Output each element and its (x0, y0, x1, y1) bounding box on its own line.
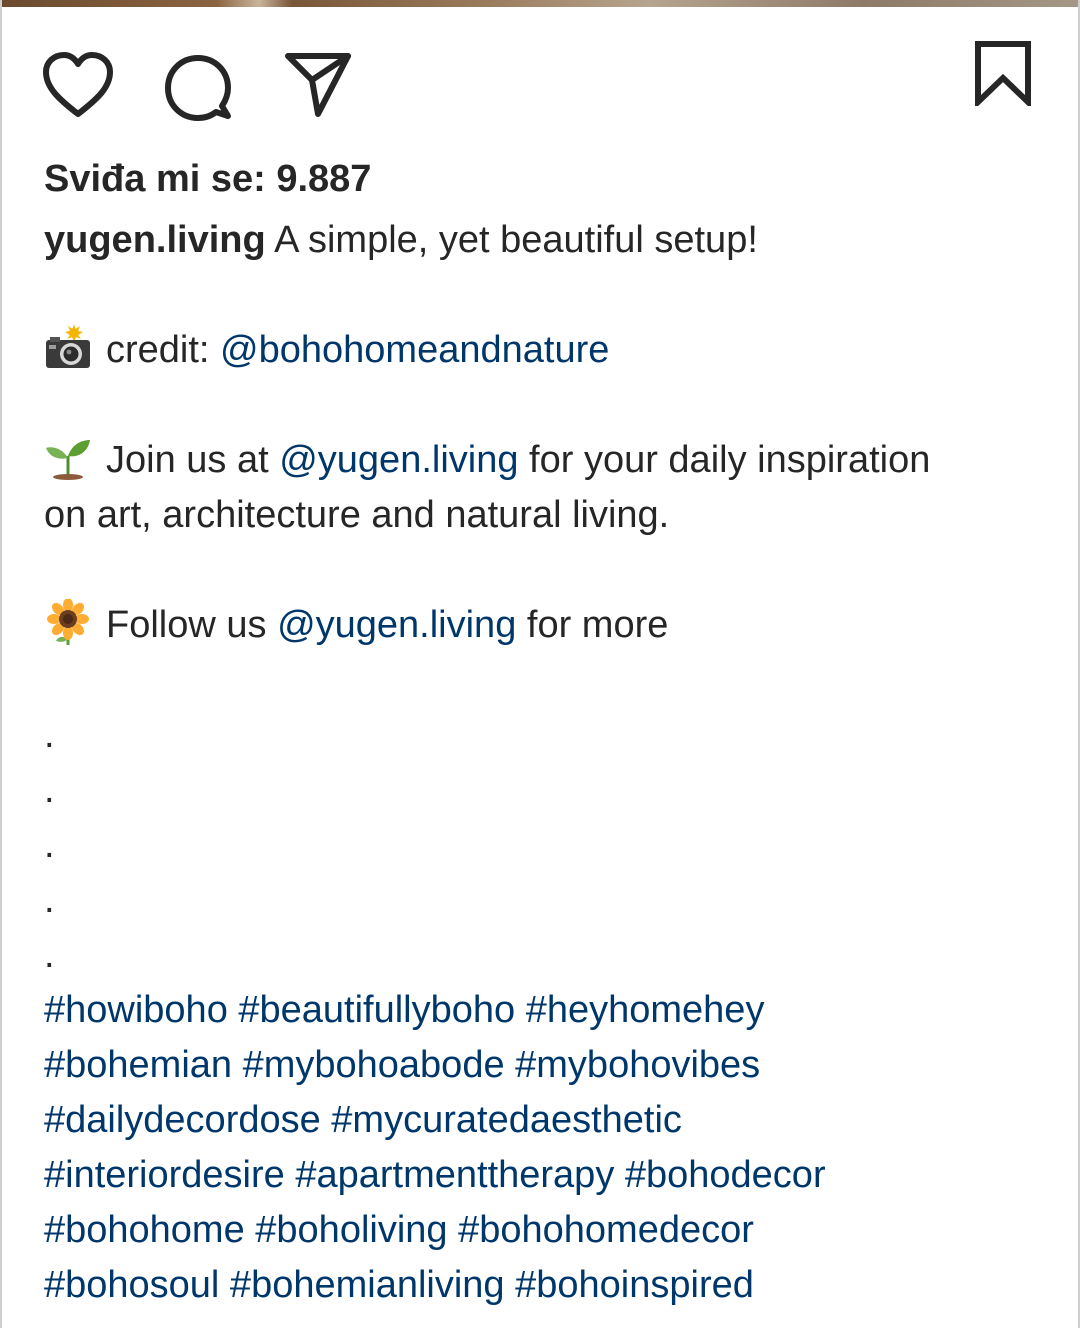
caption-first-line: yugen.living A simple, yet beautiful set… (44, 213, 1044, 268)
follow-mention-link[interactable]: @yugen.living (277, 604, 516, 646)
comment-button[interactable] (160, 50, 236, 126)
separator-dot: . (44, 769, 55, 811)
seedling-emoji (44, 434, 92, 480)
separator-dot: . (44, 879, 55, 921)
save-button[interactable] (970, 40, 1036, 106)
hashtag-line[interactable]: #bohemian #mybohoabode #mybohovibes (44, 1038, 1044, 1093)
share-button[interactable] (282, 48, 354, 120)
credit-line: credit: @bohohomeandnature (44, 323, 1044, 378)
post-caption: yugen.living A simple, yet beautiful set… (44, 213, 1044, 1313)
join-prefix: Join us at (106, 439, 280, 481)
separator-dot: . (44, 824, 55, 866)
post-action-bar (0, 30, 1080, 130)
follow-suffix: for more (516, 604, 669, 646)
comment-bubble-icon (165, 55, 231, 121)
join-line-continued: on art, architecture and natural living. (44, 494, 670, 536)
left-border (0, 0, 2, 1328)
hashtag-line[interactable]: #bohohome #boholiving #bohohomedecor (44, 1203, 1044, 1258)
caption-text: A simple, yet beautiful setup! (265, 219, 758, 261)
hashtag-line[interactable]: #bohosoul #bohemianliving #bohoinspired (44, 1258, 1044, 1313)
heart-icon (43, 52, 113, 117)
likes-count[interactable]: Sviđa mi se: 9.887 (44, 158, 371, 201)
author-username[interactable]: yugen.living (44, 219, 266, 261)
join-suffix: for your daily inspiration (518, 439, 931, 481)
paper-plane-icon (285, 53, 351, 117)
hashtag-line[interactable]: #howiboho #beautifullyboho #heyhomehey (44, 983, 1044, 1038)
separator-dot: . (44, 714, 55, 756)
hashtag-line[interactable]: #dailydecordose #mycuratedaesthetic (44, 1093, 1044, 1148)
hashtag-block: #howiboho #beautifullyboho #heyhomehey #… (44, 983, 1044, 1313)
post-image-edge (0, 0, 1080, 7)
like-button[interactable] (40, 50, 116, 120)
credit-mention-link[interactable]: @bohohomeandnature (220, 329, 609, 371)
sunflower-emoji (44, 599, 92, 645)
join-mention-link[interactable]: @yugen.living (279, 439, 518, 481)
separator-dot: . (44, 934, 55, 976)
bookmark-icon (975, 41, 1031, 106)
follow-line: Follow us @yugen.living for more (44, 598, 1044, 653)
hashtag-line[interactable]: #interiordesire #apartmenttherapy #bohod… (44, 1148, 1044, 1203)
credit-label: credit: (106, 329, 221, 371)
follow-prefix: Follow us (106, 604, 278, 646)
join-line: Join us at @yugen.living for your daily … (44, 433, 1044, 488)
camera-flash-emoji (44, 324, 92, 370)
